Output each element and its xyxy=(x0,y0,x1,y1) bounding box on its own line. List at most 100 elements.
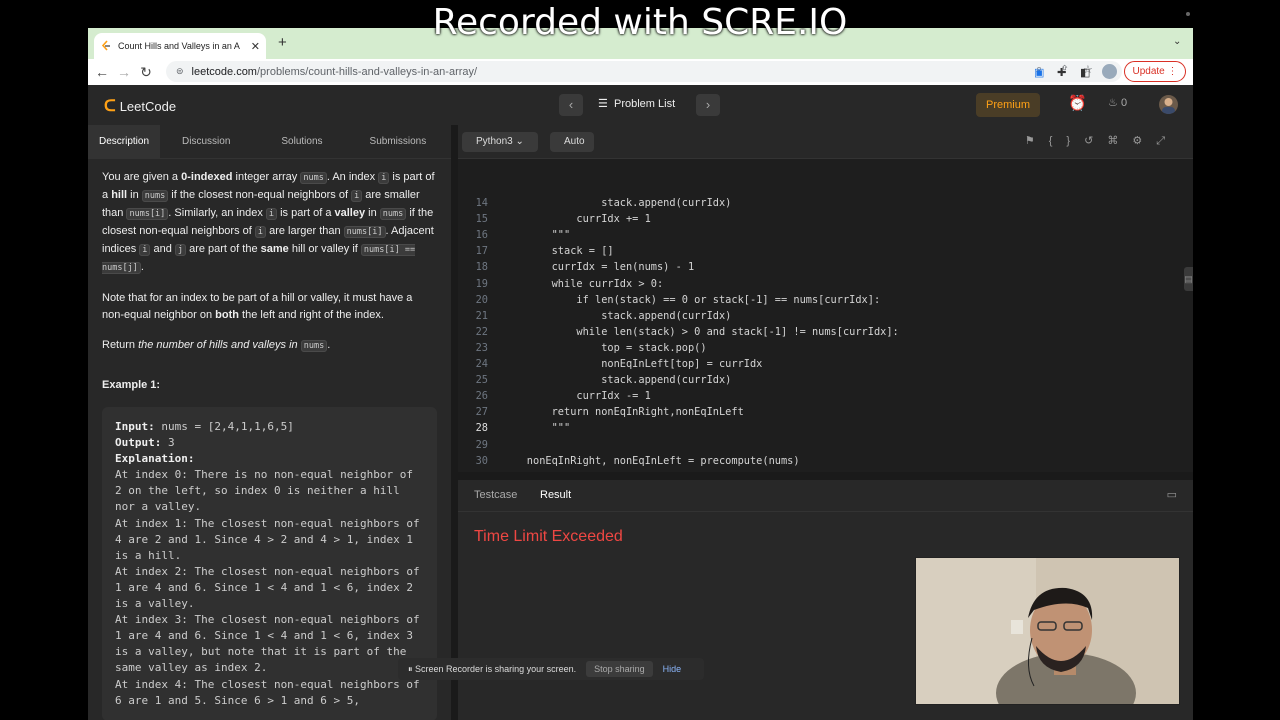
extension-screen-recorder-icon[interactable]: ▣ xyxy=(1034,66,1044,79)
hide-button[interactable]: Hide xyxy=(663,664,682,674)
example-box: Input: nums = [2,4,1,1,6,5] Output: 3 Ex… xyxy=(102,407,437,720)
side-doc-icon[interactable]: ▤ xyxy=(1184,267,1193,291)
inline-code: nums[i] xyxy=(126,208,169,220)
panel-layout-icon[interactable]: ▭ xyxy=(1167,488,1177,501)
inline-code: i xyxy=(139,244,151,256)
share-message: Screen Recorder is sharing your screen. xyxy=(415,664,577,674)
leetcode-logo[interactable]: ᑕ LeetCode xyxy=(104,96,176,116)
problem-list-label: Problem List xyxy=(614,98,676,110)
flame-icon: ♨ xyxy=(1108,97,1118,109)
language-label: Python3 xyxy=(476,136,513,147)
bold-text: hill xyxy=(111,189,128,201)
code-line: 16 """ xyxy=(458,227,1193,243)
auto-mode-button[interactable]: Auto xyxy=(550,132,594,152)
line-number: 26 xyxy=(475,390,488,403)
line-number: 18 xyxy=(475,261,488,274)
profile-avatar[interactable] xyxy=(1102,64,1117,79)
code-line: 22 while len(stack) > 0 and stack[-1] !=… xyxy=(458,324,1193,340)
line-code: nonEqInRight, nonEqInLeft = precompute(n… xyxy=(502,454,800,467)
bold-text: same xyxy=(260,243,289,255)
tab-result[interactable]: Result xyxy=(540,489,571,501)
update-label: Update xyxy=(1132,66,1165,77)
console-tabs: Testcase Result ▭ xyxy=(458,480,1193,512)
code-line: 15 currIdx += 1 xyxy=(458,211,1193,227)
back-icon[interactable]: ← xyxy=(91,64,113,80)
desc-paragraph-3: Return the number of hills and valleys i… xyxy=(102,339,331,352)
line-number: 17 xyxy=(475,245,488,258)
code-line: 28 """ xyxy=(458,420,1193,436)
line-code: nonEqInLeft[top] = currIdx xyxy=(502,358,763,370)
url-bar[interactable]: ⊜ leetcode.com/problems/count-hills-and-… xyxy=(166,61,1122,82)
problem-description: You are given a 0-indexed integer array … xyxy=(88,159,451,720)
streak-counter[interactable]: ♨ 0 xyxy=(1108,96,1127,109)
code-line: 24 nonEqInLeft[top] = currIdx xyxy=(458,356,1193,372)
fullscreen-icon[interactable]: ⤢ xyxy=(1156,135,1179,147)
line-number: 20 xyxy=(475,293,488,306)
side-panel-icon[interactable]: ◧ xyxy=(1080,66,1090,79)
line-number: 19 xyxy=(475,277,488,290)
shortcut-icon[interactable]: ⌘ xyxy=(1107,135,1132,147)
line-code: return nonEqInRight,nonEqInLeft xyxy=(502,406,744,419)
line-code: stack = [] xyxy=(502,245,614,258)
address-toolbar: ← → ↻ ⊜ leetcode.com/problems/count-hill… xyxy=(88,59,1193,85)
code-line: 18 currIdx = len(nums) - 1 xyxy=(458,259,1193,275)
example-title: Example 1: xyxy=(102,379,161,391)
webcam-person-image xyxy=(916,558,1179,704)
user-avatar[interactable] xyxy=(1159,95,1178,114)
inline-code: i xyxy=(378,172,390,184)
logo-text: LeetCode xyxy=(119,98,177,114)
premium-button[interactable]: Premium xyxy=(976,93,1040,117)
code-line: 29 xyxy=(458,437,1193,453)
pause-icon: ⏸ xyxy=(408,663,413,674)
code-line: 14 stack.append(currIdx) xyxy=(458,195,1193,211)
tab-discussion[interactable]: Discussion xyxy=(160,136,241,147)
code-line: 20 if len(stack) == 0 or stack[-1] == nu… xyxy=(458,292,1193,308)
line-code: stack.append(currIdx) xyxy=(502,309,732,322)
line-number: 24 xyxy=(475,358,488,370)
forward-icon[interactable]: → xyxy=(113,64,135,80)
code-line: 25 stack.append(currIdx) xyxy=(458,372,1193,388)
bold-text: Output: xyxy=(115,436,162,450)
line-code: currIdx = len(nums) - 1 xyxy=(502,261,695,274)
code-editor[interactable]: 14 stack.append(currIdx) 15 currIdx += 11… xyxy=(458,159,1193,472)
tab-submissions[interactable]: Submissions xyxy=(334,136,438,147)
alarm-clock-icon[interactable]: ⏰ xyxy=(1068,94,1087,112)
bold-text: Input: xyxy=(115,420,155,433)
code-braces-icon[interactable]: {} xyxy=(1049,135,1084,147)
tab-description[interactable]: Description xyxy=(88,124,161,159)
editor-actions: ⚑{}↺⌘⚙⤢ xyxy=(1025,134,1179,148)
code-line: 30 nonEqInRight, nonEqInLeft = precomput… xyxy=(458,453,1193,469)
reset-icon[interactable]: ↺ xyxy=(1084,135,1107,147)
stop-sharing-button[interactable]: Stop sharing xyxy=(586,661,653,677)
prev-problem-button[interactable]: ‹ xyxy=(559,94,583,116)
bookmark-icon[interactable]: ⚑ xyxy=(1025,135,1049,147)
reload-icon[interactable]: ↻ xyxy=(135,64,157,81)
inline-code: nums xyxy=(141,190,169,202)
code-line: 21 stack.append(currIdx) xyxy=(458,308,1193,324)
language-select[interactable]: Python3 ⌄ xyxy=(462,132,538,152)
next-problem-button[interactable]: › xyxy=(696,94,720,116)
vertical-splitter[interactable] xyxy=(451,125,458,720)
desc-paragraph-2: Note that for an index to be part of a h… xyxy=(102,292,413,321)
site-info-icon[interactable]: ⊜ xyxy=(176,66,184,77)
leetcode-navbar: ᑕ LeetCode ‹ ☰ Problem List › Premium ⏰ … xyxy=(88,85,1193,125)
code-line: 23 top = stack.pop() xyxy=(458,340,1193,356)
horizontal-splitter[interactable] xyxy=(458,472,1193,480)
result-status: Time Limit Exceeded xyxy=(474,528,623,545)
bold-text: valley xyxy=(334,207,366,219)
url-domain: leetcode.com xyxy=(191,65,257,78)
chrome-update-button[interactable]: Update ⋮ xyxy=(1124,61,1186,82)
line-code: if len(stack) == 0 or stack[-1] == nums[… xyxy=(502,293,881,306)
extensions-puzzle-icon[interactable]: ✚ xyxy=(1057,66,1066,79)
line-code: """ xyxy=(502,229,571,242)
tab-solutions[interactable]: Solutions xyxy=(241,136,333,147)
line-code: stack.append(currIdx) xyxy=(502,197,732,209)
line-code: currIdx += 1 xyxy=(502,213,651,226)
line-number: 29 xyxy=(475,438,488,451)
problem-list-button[interactable]: ☰ Problem List xyxy=(598,97,675,110)
inline-code: nums xyxy=(300,340,328,352)
settings-gear-icon[interactable]: ⚙ xyxy=(1132,135,1156,147)
webcam-overlay xyxy=(915,557,1180,705)
tab-testcase[interactable]: Testcase xyxy=(474,489,517,501)
line-number: 15 xyxy=(475,213,488,226)
